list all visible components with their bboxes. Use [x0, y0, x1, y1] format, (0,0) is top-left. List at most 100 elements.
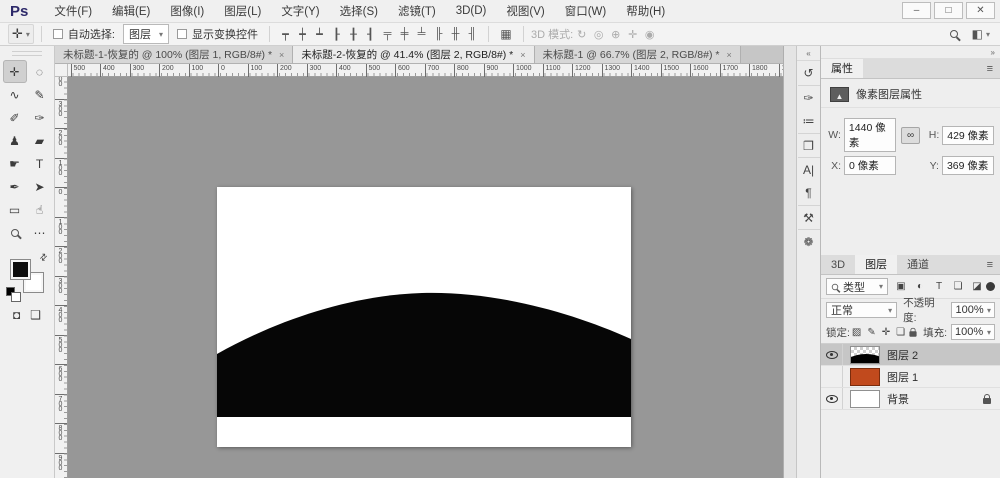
distribute-vertical-center-icon[interactable]: ╪	[396, 28, 413, 40]
document-tab[interactable]: 未标题-1 @ 66.7% (图层 2, RGB/8#) *×	[535, 46, 741, 63]
filter-type-layers-icon[interactable]: T	[932, 281, 946, 292]
y-field[interactable]: 369 像素	[942, 156, 994, 175]
toolbar-grip[interactable]	[12, 51, 42, 56]
layer-row[interactable]: 背景	[821, 388, 1000, 410]
align-horizontal-center-icon[interactable]: ╂	[345, 28, 362, 41]
menu-item-图像I[interactable]: 图像(I)	[160, 3, 214, 19]
opacity-dropdown[interactable]: 100% ▾	[951, 302, 995, 318]
close-button[interactable]: ✕	[966, 2, 995, 19]
move-tool[interactable]: ✛	[3, 60, 27, 83]
width-field[interactable]: 1440 像素	[844, 118, 896, 152]
lock-all-icon[interactable]	[910, 331, 917, 336]
path-selection-tool[interactable]: ➤	[28, 175, 52, 198]
menu-item-编辑E[interactable]: 编辑(E)	[102, 3, 160, 19]
current-tool-preset[interactable]: ✛ ▾	[8, 24, 34, 44]
tab-图层[interactable]: 图层	[855, 255, 897, 274]
align-vertical-center-icon[interactable]: ┿	[294, 28, 311, 41]
brushes-panel-icon[interactable]: ≔	[798, 109, 820, 133]
default-colors-icon[interactable]	[6, 287, 15, 296]
layer-thumbnail[interactable]	[850, 390, 880, 408]
history-panel-icon[interactable]: ↺	[798, 61, 820, 85]
tool-presets-panel-icon[interactable]: ⚒	[798, 205, 820, 229]
rectangle-tool[interactable]: ▭	[3, 198, 27, 221]
distribute-left-icon[interactable]: ╟	[430, 28, 447, 40]
expand-panels-icon[interactable]: «	[797, 46, 820, 61]
character-panel-icon[interactable]: A|	[798, 157, 820, 181]
align-left-icon[interactable]: ┠	[328, 28, 345, 41]
zoom-tool[interactable]	[3, 221, 27, 244]
height-field[interactable]: 429 像素	[942, 126, 994, 145]
elliptical-marquee-tool[interactable]: ◌	[28, 60, 52, 83]
layer-thumbnail[interactable]	[850, 368, 880, 386]
fill-dropdown[interactable]: 100% ▾	[951, 324, 995, 340]
distribute-horizontal-center-icon[interactable]: ╫	[447, 28, 464, 40]
filter-adjustment-layers-icon[interactable]: ◐	[913, 281, 927, 292]
edit-toolbar-button[interactable]: ⋯	[28, 221, 52, 244]
filter-smart-objects-icon[interactable]: ◪	[970, 281, 984, 292]
close-tab-icon[interactable]: ×	[520, 50, 525, 60]
auto-select-checkbox[interactable]	[53, 29, 63, 39]
x-field[interactable]: 0 像素	[844, 156, 896, 175]
constrain-proportions-link-icon[interactable]: ∞	[901, 127, 921, 144]
align-right-icon[interactable]: ┨	[362, 28, 379, 41]
distribute-top-icon[interactable]: ╤	[379, 28, 396, 40]
tab-通道[interactable]: 通道	[897, 255, 939, 274]
hand-tool[interactable]: ☝	[28, 198, 52, 221]
eraser-tool[interactable]: ▰	[28, 129, 52, 152]
document-canvas[interactable]	[217, 187, 631, 447]
align-distribute-settings-icon[interactable]: ▦	[496, 27, 516, 41]
menu-item-帮助H[interactable]: 帮助(H)	[616, 3, 675, 19]
menu-item-3DD[interactable]: 3D(D)	[446, 5, 497, 17]
quick-mask-icon[interactable]: ◘	[13, 308, 20, 322]
smudge-tool[interactable]: ☛	[3, 152, 27, 175]
blend-mode-dropdown[interactable]: 正常 ▾	[826, 302, 897, 318]
filter-toggle-icon[interactable]	[986, 282, 995, 291]
clone-source-panel-icon[interactable]: ❐	[798, 133, 820, 157]
swap-colors-icon[interactable]: ⇄	[38, 251, 51, 264]
panel-menu-icon[interactable]: ≡	[980, 59, 1000, 78]
menu-item-滤镜T[interactable]: 滤镜(T)	[388, 3, 446, 19]
visibility-toggle[interactable]	[821, 388, 843, 409]
visibility-toggle[interactable]	[821, 344, 843, 365]
search-icon[interactable]	[950, 30, 958, 38]
brush-settings-panel-icon[interactable]: ✑	[798, 85, 820, 109]
align-top-icon[interactable]: ┯	[277, 28, 294, 41]
menu-item-图层L[interactable]: 图层(L)	[214, 3, 271, 19]
filter-shape-layers-icon[interactable]: ❏	[951, 281, 965, 292]
align-bottom-icon[interactable]: ┷	[311, 28, 328, 41]
brush-tool[interactable]: ✑	[28, 106, 52, 129]
collapse-panels-icon[interactable]: »	[991, 48, 995, 57]
lock-artboard-icon[interactable]: ❏	[896, 327, 905, 338]
show-transform-checkbox[interactable]	[177, 29, 187, 39]
pen-tool[interactable]: ✒	[3, 175, 27, 198]
paragraph-panel-icon[interactable]: ¶	[798, 181, 820, 205]
workspace-switcher-icon[interactable]: ◧	[972, 27, 983, 41]
visibility-toggle[interactable]	[821, 366, 843, 387]
lasso-tool[interactable]: ∿	[3, 83, 27, 106]
menu-item-文件F[interactable]: 文件(F)	[44, 3, 102, 19]
distribute-right-icon[interactable]: ╢	[464, 28, 481, 40]
panel-menu-icon[interactable]: ≡	[980, 255, 1000, 274]
filter-pixel-layers-icon[interactable]: ▣	[894, 281, 908, 292]
menu-item-选择S[interactable]: 选择(S)	[330, 3, 388, 19]
layer-filter-type-dropdown[interactable]: 类型 ▾	[826, 278, 888, 295]
layer-thumbnail[interactable]	[850, 346, 880, 364]
document-tab[interactable]: 未标题-2-恢复的 @ 41.4% (图层 2, RGB/8#) *×	[293, 46, 534, 63]
quick-selection-tool[interactable]: ✎	[28, 83, 52, 106]
document-tab[interactable]: 未标题-1-恢复的 @ 100% (图层 1, RGB/8#) *×	[55, 46, 293, 63]
close-tab-icon[interactable]: ×	[279, 50, 284, 60]
clone-stamp-tool[interactable]: ♟	[3, 129, 27, 152]
menu-item-文字Y[interactable]: 文字(Y)	[271, 3, 329, 19]
eyedropper-tool[interactable]: ✐	[3, 106, 27, 129]
canvas-area[interactable]: 5004003002001000100200300400500600700800…	[55, 64, 783, 478]
type-tool[interactable]: T	[28, 152, 52, 175]
tab-properties[interactable]: 属性	[821, 59, 863, 78]
menu-item-视图V[interactable]: 视图(V)	[496, 3, 554, 19]
screen-mode-icon[interactable]: ❑	[30, 308, 41, 322]
minimize-button[interactable]: –	[902, 2, 931, 19]
lock-image-pixels-icon[interactable]: ✎	[867, 327, 875, 338]
layer-row[interactable]: 图层 2	[821, 344, 1000, 366]
menu-item-窗口W[interactable]: 窗口(W)	[555, 3, 617, 19]
lock-position-icon[interactable]: ✛	[882, 327, 890, 338]
maximize-button[interactable]: □	[934, 2, 963, 19]
